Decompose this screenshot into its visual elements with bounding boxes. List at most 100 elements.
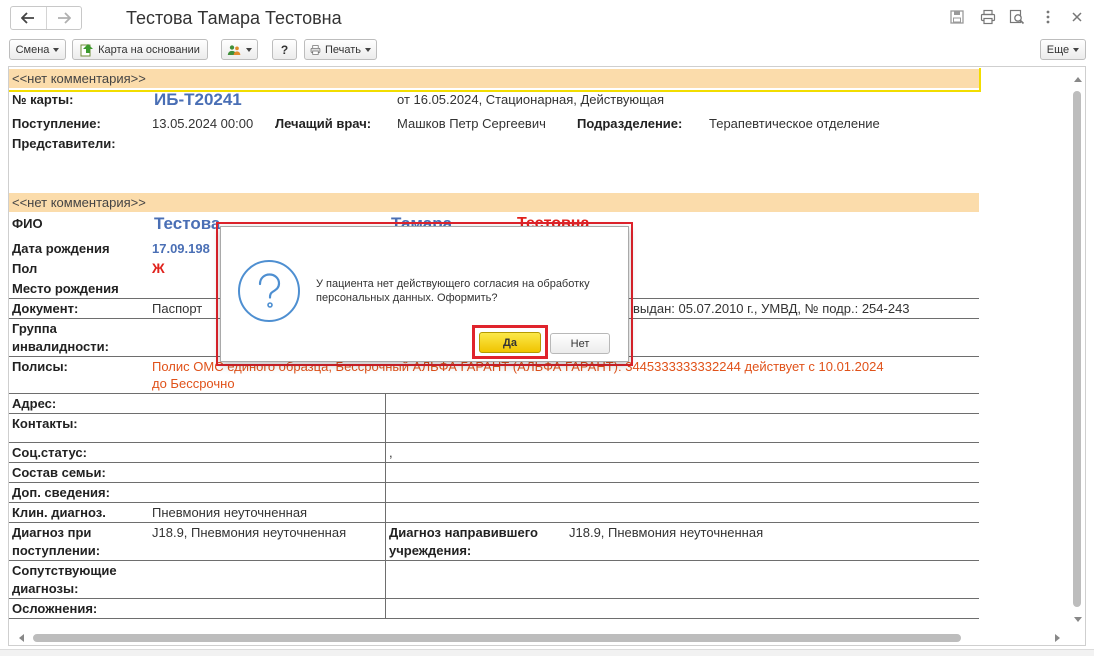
- clinical-diagnosis-value: Пневмония неуточненная: [152, 505, 308, 520]
- window-title: Тестова Тамара Тестовна: [126, 8, 342, 28]
- scroll-down-arrow-icon[interactable]: [1074, 617, 1082, 622]
- preview-button[interactable]: [1008, 8, 1026, 26]
- extra-info-label: Доп. сведения:: [12, 485, 110, 500]
- admission-diagnosis-value: J18.9, Пневмония неуточненная: [152, 525, 347, 540]
- row-divider: [9, 462, 979, 463]
- doctor-value: Машков Петр Сергеевич: [397, 116, 546, 131]
- forward-button[interactable]: [45, 7, 82, 29]
- social-status-label: Соц.статус:: [12, 445, 87, 460]
- birth-date-label: Дата рождения: [12, 241, 110, 256]
- save-button[interactable]: [948, 8, 966, 26]
- address-label: Адрес:: [12, 396, 57, 411]
- document-value: Паспорт: [152, 301, 203, 316]
- contacts-label: Контакты:: [12, 416, 78, 431]
- column-divider: [385, 393, 386, 618]
- users-icon: [227, 44, 241, 55]
- more-vertical-icon: [1046, 10, 1050, 24]
- row-divider: [9, 618, 979, 619]
- sex-value: Ж: [152, 260, 165, 276]
- row-divider: [9, 560, 979, 561]
- print-icon: [310, 44, 321, 55]
- card-info: от 16.05.2024, Стационарная, Действующая: [397, 92, 665, 107]
- print-button[interactable]: [979, 8, 997, 26]
- caret-down-icon: [246, 47, 252, 52]
- admission-label: Поступление:: [12, 116, 101, 131]
- social-status-value: ,: [389, 445, 393, 460]
- card-basis-icon: [80, 43, 94, 56]
- policies-label: Полисы:: [12, 359, 68, 374]
- scroll-left-arrow-icon[interactable]: [19, 634, 24, 642]
- more-menu-label: Еще: [1046, 43, 1070, 56]
- status-strip: [0, 649, 1094, 656]
- forward-arrow-icon: [57, 12, 71, 24]
- change-menu-label: Смена: [15, 43, 50, 56]
- policies-value-line2: до Бессрочно: [152, 376, 235, 391]
- print-icon: [980, 9, 996, 25]
- row-divider: [9, 522, 979, 523]
- fio-label: ФИО: [12, 216, 43, 231]
- doctor-label: Лечащий врач:: [275, 116, 372, 131]
- disability-label-line1: Группа: [12, 321, 57, 336]
- card-basis-button[interactable]: Карта на основании: [72, 39, 208, 60]
- disability-label-line2: инвалидности:: [12, 339, 109, 354]
- birthplace-label: Место рождения: [12, 281, 119, 296]
- referral-diagnosis-value: J18.9, Пневмония неуточненная: [569, 525, 764, 540]
- dialog-message-line2: персональных данных. Оформить?: [316, 292, 498, 304]
- admission-value: 13.05.2024 00:00: [152, 116, 254, 131]
- dialog-message-line1: У пациента нет действующего согласия на …: [316, 278, 590, 290]
- print-menu-button[interactable]: Печать: [304, 39, 377, 60]
- more-actions-button[interactable]: [1039, 8, 1057, 26]
- family-label: Состав семьи:: [12, 465, 106, 480]
- row-divider: [9, 598, 979, 599]
- row-divider: [9, 442, 979, 443]
- more-menu-button[interactable]: Еще: [1040, 39, 1086, 60]
- horizontal-scrollbar-thumb[interactable]: [33, 634, 961, 642]
- document-issued: выдан: 05.07.2010 г., УМВД, № подр.: 254…: [633, 301, 910, 316]
- scroll-right-arrow-icon[interactable]: [1055, 634, 1060, 642]
- row-divider: [9, 502, 979, 503]
- department-label: Подразделение:: [577, 116, 683, 131]
- no-button[interactable]: Нет: [550, 333, 610, 354]
- back-arrow-icon: [21, 12, 35, 24]
- preview-icon: [1009, 9, 1025, 25]
- card-basis-label: Карта на основании: [98, 43, 200, 56]
- department-value: Терапевтическое отделение: [709, 116, 880, 131]
- vertical-scrollbar-thumb[interactable]: [1073, 91, 1081, 607]
- document-label: Документ:: [12, 301, 79, 316]
- representatives-label: Представители:: [12, 136, 116, 151]
- patient-actions-button[interactable]: [221, 39, 258, 60]
- admission-diagnosis-label-line2: поступлении:: [12, 543, 101, 558]
- complications-label: Осложнения:: [12, 601, 98, 616]
- dialog-message: У пациента нет действующего согласия на …: [316, 277, 616, 305]
- consent-dialog: У пациента нет действующего согласия на …: [220, 226, 629, 362]
- admission-diagnosis-label-line1: Диагноз при: [12, 525, 92, 540]
- save-icon: [950, 10, 964, 24]
- comorbidity-label-line1: Сопутствующие: [12, 563, 117, 578]
- help-button[interactable]: ?: [272, 39, 297, 60]
- comorbidity-label-line2: диагнозы:: [12, 581, 79, 596]
- clinical-diagnosis-label: Клин. диагноз.: [12, 505, 106, 520]
- close-button[interactable]: [1068, 8, 1086, 26]
- caret-down-icon: [365, 47, 371, 52]
- caret-down-icon: [1073, 47, 1080, 52]
- row-divider: [9, 393, 979, 394]
- change-menu-button[interactable]: Смена: [9, 39, 66, 60]
- comment-bar-second[interactable]: <<нет комментария>>: [9, 193, 979, 212]
- yes-button[interactable]: Да: [479, 332, 541, 353]
- referral-diagnosis-label-line2: учреждения:: [389, 543, 472, 558]
- back-button[interactable]: [11, 7, 46, 29]
- close-icon: [1072, 12, 1082, 22]
- fio-surname: Тестова: [154, 214, 221, 233]
- question-circle-icon: [238, 260, 300, 322]
- birth-date-value: 17.09.198: [152, 241, 210, 256]
- selection-frame: [9, 68, 981, 92]
- row-divider: [9, 413, 979, 414]
- navigation-buttons: [10, 6, 82, 30]
- referral-diagnosis-label-line1: Диагноз направившего: [389, 525, 538, 540]
- row-divider: [9, 482, 979, 483]
- sex-label: Пол: [12, 261, 38, 276]
- card-number-value: ИБ-Т20241: [154, 90, 242, 109]
- scroll-up-arrow-icon[interactable]: [1074, 77, 1082, 82]
- print-menu-label: Печать: [324, 43, 361, 56]
- card-number-label: № карты:: [12, 92, 74, 107]
